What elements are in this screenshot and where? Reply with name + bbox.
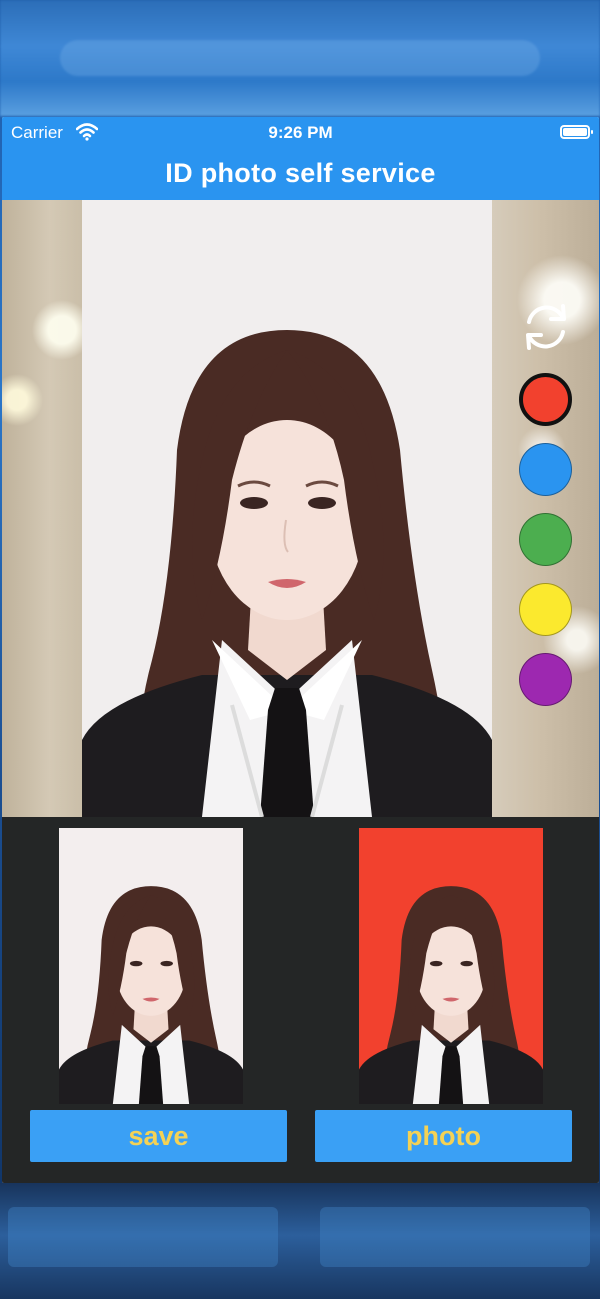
nav-bar: ID photo self service [2,147,599,200]
portrait-thumbnail-red [359,886,543,1104]
app-screen: Carrier 9:26 PM ID photo self service sa… [2,117,599,1183]
color-swatch-red[interactable] [519,373,572,426]
portrait-thumbnail [59,886,243,1104]
main-photo[interactable] [82,200,492,817]
photo-editor [2,200,599,817]
status-bar: Carrier 9:26 PM [2,117,599,147]
save-button[interactable]: save [30,1110,287,1162]
original-preview [59,828,243,1104]
rotate-icon[interactable] [519,300,573,354]
blurred-shape [8,1207,278,1267]
blurred-shape [320,1207,590,1267]
color-swatch-blue[interactable] [519,443,572,496]
status-time: 9:26 PM [268,123,333,142]
blurred-backdrop-top [0,0,600,116]
page-title: ID photo self service [165,158,436,188]
color-swatch-purple[interactable] [519,653,572,706]
portrait-image [82,330,492,817]
photo-button[interactable]: photo [315,1110,572,1162]
result-preview [359,828,543,1104]
color-swatch-yellow[interactable] [519,583,572,636]
preview-panel: save photo [2,817,599,1183]
battery-icon [560,125,593,139]
blurred-backdrop-bottom [0,1183,600,1299]
color-swatch-green[interactable] [519,513,572,566]
